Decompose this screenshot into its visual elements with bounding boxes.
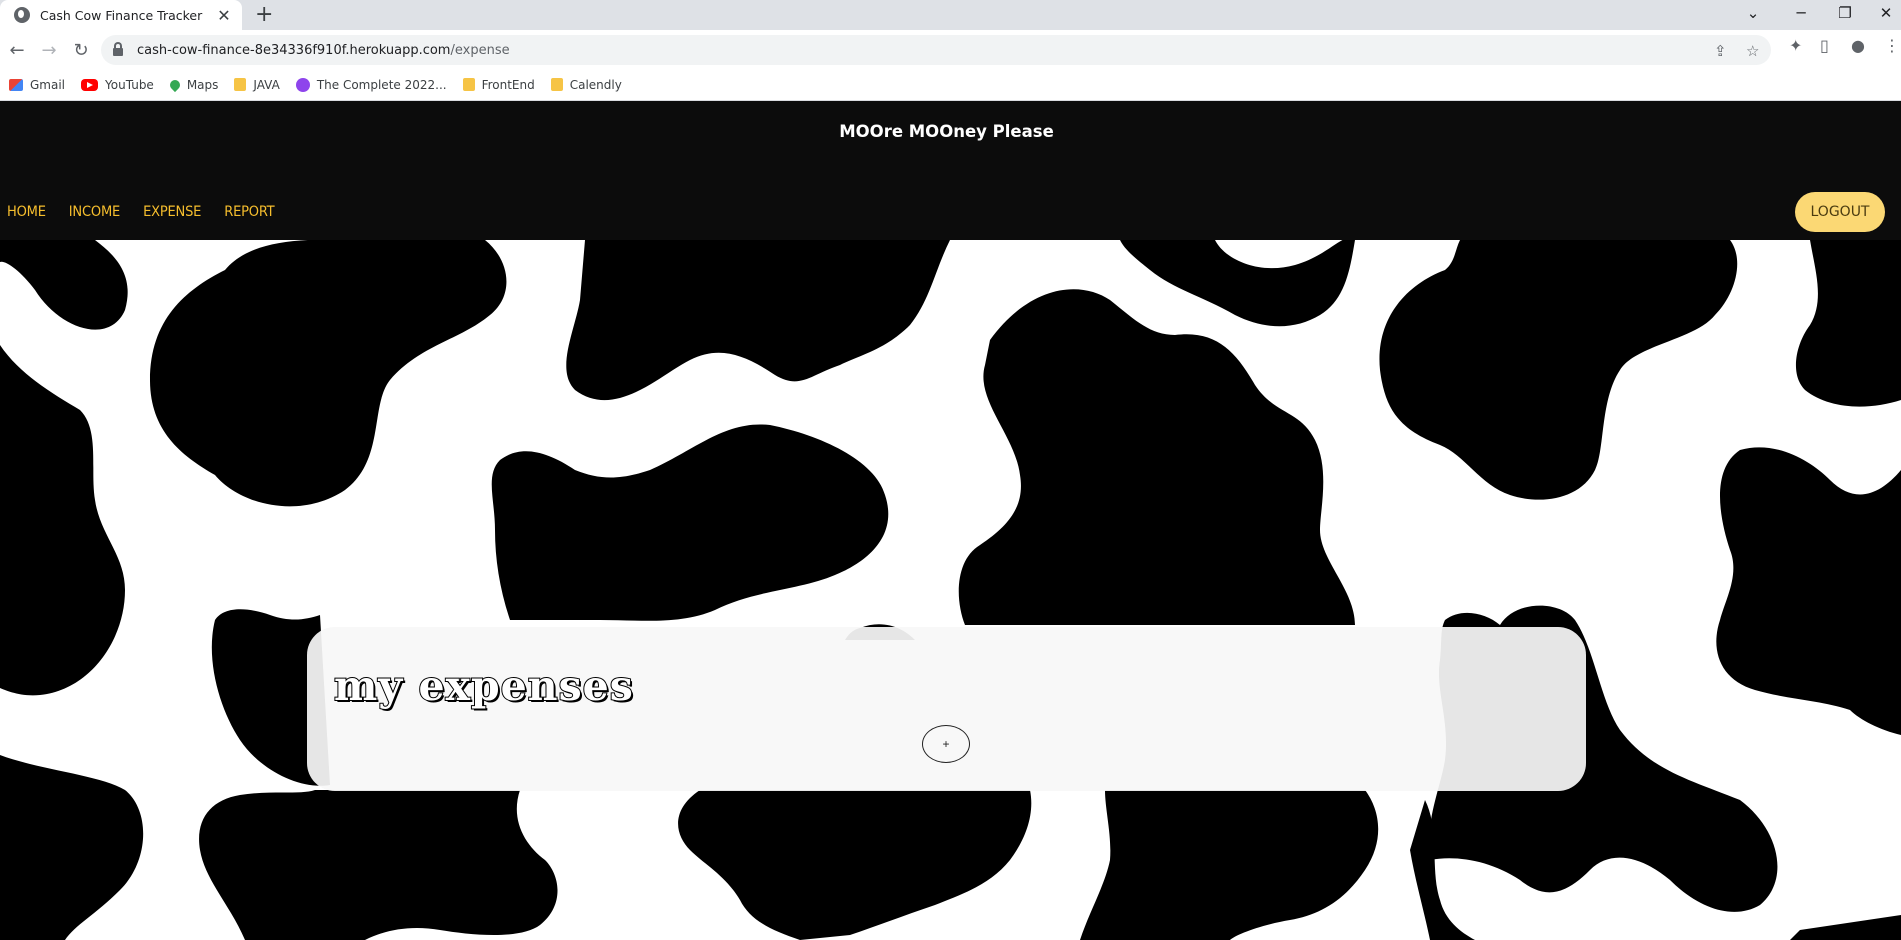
bookmark-label: Maps bbox=[186, 77, 219, 92]
restore-icon[interactable]: ❐ bbox=[1832, 0, 1858, 26]
tab-search-icon[interactable]: ⌄ bbox=[1740, 0, 1766, 26]
menu-icon[interactable]: ⋮ bbox=[1884, 36, 1900, 55]
extensions-icon[interactable]: ✦ bbox=[1789, 36, 1802, 55]
main-nav: HOME INCOME EXPENSE REPORT bbox=[7, 204, 297, 220]
bookmark-complete-2022[interactable]: The Complete 2022... bbox=[295, 77, 447, 92]
side-panel-icon[interactable]: ▯ bbox=[1820, 36, 1829, 55]
nav-expense[interactable]: EXPENSE bbox=[143, 204, 201, 220]
minimize-icon[interactable]: ─ bbox=[1788, 0, 1814, 26]
app-title: MOOre MOOney Please bbox=[839, 122, 1054, 141]
maps-pin-icon bbox=[167, 77, 182, 92]
close-tab-icon[interactable]: ✕ bbox=[216, 6, 232, 25]
gmail-icon bbox=[9, 78, 23, 91]
folder-icon bbox=[550, 78, 563, 91]
bookmark-label: The Complete 2022... bbox=[316, 77, 447, 92]
page-heading: my expenses bbox=[333, 661, 634, 711]
logout-button[interactable]: LOGOUT bbox=[1795, 192, 1885, 232]
back-button[interactable]: ← bbox=[3, 36, 31, 64]
bookmark-label: FrontEnd bbox=[481, 77, 535, 92]
bookmark-star-icon[interactable]: ☆ bbox=[1746, 42, 1759, 60]
browser-toolbar: ← → ↻ cash-cow-finance-8e34336f910f.hero… bbox=[0, 30, 1901, 69]
bookmark-label: Gmail bbox=[30, 77, 66, 92]
tab-title: Cash Cow Finance Tracker bbox=[40, 7, 203, 23]
share-icon[interactable]: ⇪ bbox=[1714, 42, 1727, 60]
bookmark-label: Calendly bbox=[569, 77, 622, 92]
bookmark-maps[interactable]: Maps bbox=[167, 77, 219, 92]
course-icon bbox=[295, 77, 310, 92]
youtube-icon bbox=[81, 78, 99, 91]
url-host: cash-cow-finance-8e34336f910f.herokuapp.… bbox=[137, 42, 451, 58]
bookmark-label: JAVA bbox=[253, 77, 280, 92]
bookmark-gmail[interactable]: Gmail bbox=[9, 78, 65, 92]
nav-home[interactable]: HOME bbox=[7, 204, 46, 220]
folder-icon bbox=[234, 78, 247, 91]
window-close-icon[interactable]: ✕ bbox=[1873, 0, 1899, 26]
expenses-card: my expenses + bbox=[307, 627, 1586, 791]
bookmark-frontend[interactable]: FrontEnd bbox=[462, 77, 535, 92]
nav-report[interactable]: REPORT bbox=[224, 204, 274, 220]
address-bar[interactable]: cash-cow-finance-8e34336f910f.herokuapp.… bbox=[101, 35, 1771, 65]
globe-icon bbox=[14, 7, 30, 23]
folder-icon bbox=[462, 78, 475, 91]
new-tab-button[interactable]: + bbox=[255, 3, 273, 27]
lock-icon bbox=[113, 42, 123, 56]
url-path: /expense bbox=[450, 42, 510, 58]
bookmark-java[interactable]: JAVA bbox=[234, 77, 280, 92]
browser-tab[interactable]: Cash Cow Finance Tracker ✕ bbox=[0, 0, 242, 30]
bookmarks-bar: Gmail YouTube Maps JAVA The Complete 202… bbox=[0, 69, 1901, 101]
cow-spots-graphic bbox=[0, 240, 1901, 940]
cow-print-background bbox=[0, 240, 1901, 940]
app-header: MOOre MOOney Please HOME INCOME EXPENSE … bbox=[0, 101, 1901, 240]
profile-icon[interactable]: ● bbox=[1851, 36, 1865, 55]
url-text[interactable]: cash-cow-finance-8e34336f910f.herokuapp.… bbox=[137, 43, 510, 58]
bookmark-label: YouTube bbox=[105, 77, 154, 92]
forward-button[interactable]: → bbox=[35, 36, 63, 64]
add-expense-button[interactable]: + bbox=[922, 725, 970, 763]
browser-tab-strip: Cash Cow Finance Tracker ✕ + ⌄ ─ ❐ ✕ bbox=[0, 0, 1901, 30]
bookmark-youtube[interactable]: YouTube bbox=[81, 78, 154, 92]
bookmark-calendly[interactable]: Calendly bbox=[550, 77, 622, 92]
nav-income[interactable]: INCOME bbox=[69, 204, 120, 220]
reload-button[interactable]: ↻ bbox=[67, 36, 95, 64]
